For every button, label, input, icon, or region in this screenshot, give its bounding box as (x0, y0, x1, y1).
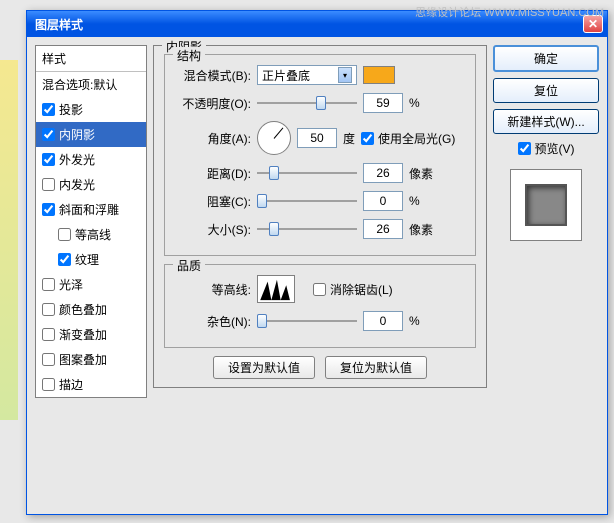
angle-input[interactable] (297, 128, 337, 148)
angle-label: 角度(A): (175, 130, 251, 147)
styles-header[interactable]: 样式 (36, 46, 146, 72)
opacity-label: 不透明度(O): (175, 95, 251, 112)
choke-unit: % (409, 194, 439, 208)
new-style-button[interactable]: 新建样式(W)... (493, 109, 599, 134)
style-checkbox[interactable] (42, 203, 55, 216)
reset-default-button[interactable]: 复位为默认值 (325, 356, 427, 379)
choke-input[interactable] (363, 191, 403, 211)
style-item-0[interactable]: 投影 (36, 97, 146, 122)
ok-button[interactable]: 确定 (493, 45, 599, 72)
choke-label: 阻塞(C): (175, 193, 251, 210)
styles-panel: 样式 混合选项:默认 投影内阴影外发光内发光斜面和浮雕等高线纹理光泽颜色叠加渐变… (35, 45, 147, 506)
noise-input[interactable] (363, 311, 403, 331)
style-label: 投影 (59, 101, 83, 118)
distance-unit: 像素 (409, 165, 439, 182)
style-checkbox[interactable] (42, 153, 55, 166)
style-checkbox[interactable] (42, 353, 55, 366)
style-checkbox[interactable] (58, 253, 71, 266)
noise-slider[interactable] (257, 313, 357, 329)
distance-input[interactable] (363, 163, 403, 183)
style-label: 斜面和浮雕 (59, 201, 119, 218)
opacity-unit: % (409, 96, 439, 110)
style-label: 渐变叠加 (59, 326, 107, 343)
style-checkbox[interactable] (42, 303, 55, 316)
style-item-9[interactable]: 渐变叠加 (36, 322, 146, 347)
global-light-checkbox[interactable]: 使用全局光(G) (361, 130, 455, 147)
opacity-slider[interactable] (257, 95, 357, 111)
style-checkbox[interactable] (42, 328, 55, 341)
style-item-2[interactable]: 外发光 (36, 147, 146, 172)
style-checkbox[interactable] (42, 103, 55, 116)
style-item-7[interactable]: 光泽 (36, 272, 146, 297)
watermark: 思缘设计论坛 WWW.MISSYUAN.COM (415, 4, 604, 20)
chevron-down-icon[interactable]: ▾ (338, 67, 352, 83)
style-label: 内发光 (59, 176, 95, 193)
blend-mode-value: 正片叠底 (262, 67, 310, 84)
style-item-6[interactable]: 纹理 (36, 247, 146, 272)
style-label: 光泽 (59, 276, 83, 293)
style-label: 内阴影 (59, 126, 95, 143)
style-checkbox[interactable] (58, 228, 71, 241)
blend-mode-label: 混合模式(B): (175, 67, 251, 84)
style-label: 等高线 (75, 226, 111, 243)
style-label: 描边 (59, 376, 83, 393)
set-default-button[interactable]: 设置为默认值 (213, 356, 315, 379)
preview-checkbox[interactable]: 预览(V) (493, 140, 599, 157)
style-checkbox[interactable] (42, 128, 55, 141)
opacity-input[interactable] (363, 93, 403, 113)
size-input[interactable] (363, 219, 403, 239)
style-item-1[interactable]: 内阴影 (36, 122, 146, 147)
style-label: 外发光 (59, 151, 95, 168)
contour-label: 等高线: (175, 281, 251, 298)
antialias-checkbox[interactable]: 消除锯齿(L) (313, 281, 393, 298)
size-unit: 像素 (409, 221, 439, 238)
style-checkbox[interactable] (42, 378, 55, 391)
style-label: 图案叠加 (59, 351, 107, 368)
structure-title: 结构 (173, 47, 205, 64)
noise-unit: % (409, 314, 439, 328)
preview-thumbnail (510, 169, 582, 241)
style-item-5[interactable]: 等高线 (36, 222, 146, 247)
action-panel: 确定 复位 新建样式(W)... 预览(V) (493, 45, 599, 506)
blend-options-item[interactable]: 混合选项:默认 (36, 72, 146, 97)
noise-label: 杂色(N): (175, 313, 251, 330)
angle-dial[interactable] (257, 121, 291, 155)
contour-picker[interactable] (257, 275, 295, 303)
settings-panel: 内阴影 结构 混合模式(B): 正片叠底 ▾ 不透明度(O): (153, 45, 487, 506)
distance-slider[interactable] (257, 165, 357, 181)
choke-slider[interactable] (257, 193, 357, 209)
style-item-3[interactable]: 内发光 (36, 172, 146, 197)
size-label: 大小(S): (175, 221, 251, 238)
style-label: 纹理 (75, 251, 99, 268)
style-item-11[interactable]: 描边 (36, 372, 146, 397)
blend-mode-dropdown[interactable]: 正片叠底 ▾ (257, 65, 357, 85)
layer-style-dialog: 图层样式 ✕ 样式 混合选项:默认 投影内阴影外发光内发光斜面和浮雕等高线纹理光… (26, 10, 608, 515)
style-item-8[interactable]: 颜色叠加 (36, 297, 146, 322)
style-item-10[interactable]: 图案叠加 (36, 347, 146, 372)
style-checkbox[interactable] (42, 278, 55, 291)
distance-label: 距离(D): (175, 165, 251, 182)
style-label: 颜色叠加 (59, 301, 107, 318)
cancel-button[interactable]: 复位 (493, 78, 599, 103)
size-slider[interactable] (257, 221, 357, 237)
style-checkbox[interactable] (42, 178, 55, 191)
shadow-color-swatch[interactable] (363, 66, 395, 84)
style-item-4[interactable]: 斜面和浮雕 (36, 197, 146, 222)
quality-title: 品质 (173, 257, 205, 274)
dialog-title: 图层样式 (35, 16, 83, 33)
angle-unit: 度 (343, 130, 355, 147)
